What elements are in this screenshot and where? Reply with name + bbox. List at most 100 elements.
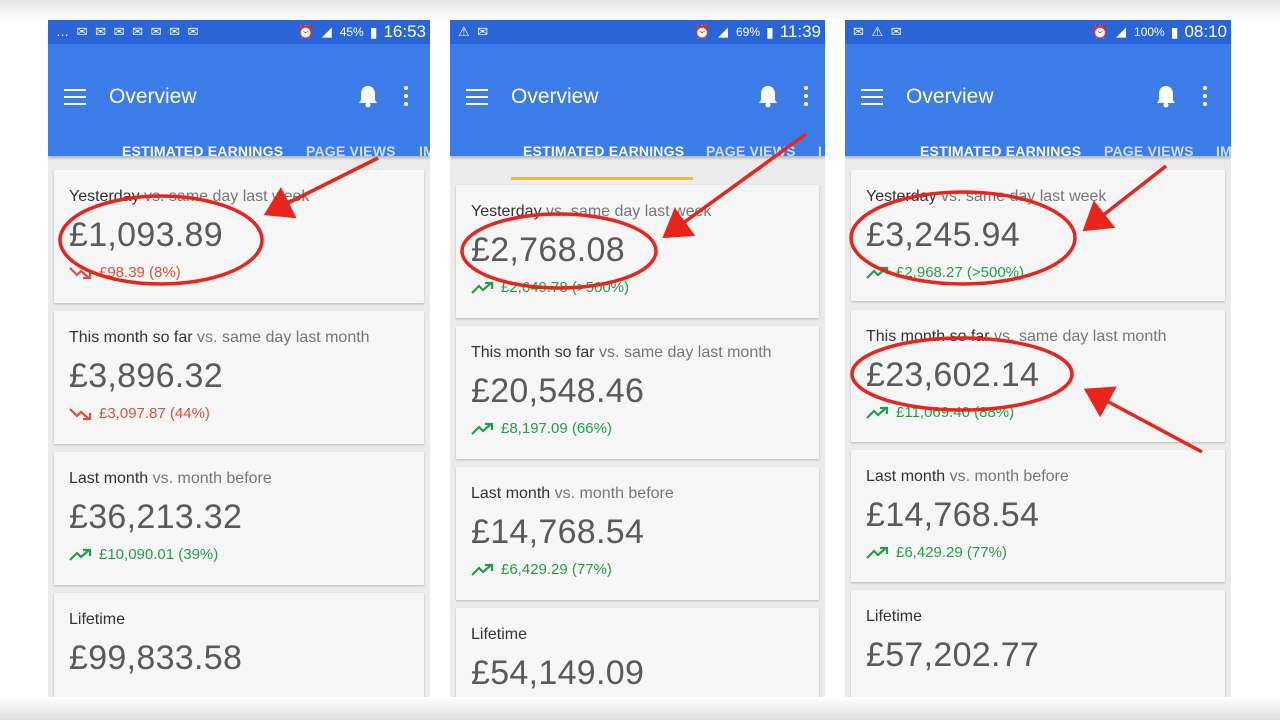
card-last-month[interactable]: Last month vs. month before £14,768.54 £… bbox=[456, 467, 819, 600]
earnings-value: £57,202.77 bbox=[866, 636, 1040, 674]
active-tab-indicator bbox=[511, 177, 693, 180]
app-bar: Overview ESTIMATED EARNINGS PAGE VIEWS I… bbox=[845, 44, 1231, 180]
earnings-change: £2,649.78 (>500%) bbox=[471, 279, 629, 296]
card-this-month[interactable]: This month so far vs. same day last mont… bbox=[851, 310, 1225, 442]
trending-up-icon bbox=[69, 548, 92, 561]
menu-icon[interactable] bbox=[64, 89, 86, 105]
app-bar: Overview ESTIMATED EARNINGS PAGE VIEWS I… bbox=[48, 44, 430, 180]
card-lifetime[interactable]: Lifetime £54,149.09 bbox=[456, 608, 819, 697]
more-options-icon[interactable] bbox=[1202, 86, 1208, 106]
earnings-value: £2,768.08 bbox=[471, 231, 625, 269]
card-last-month[interactable]: Last month vs. month before £14,768.54 £… bbox=[851, 450, 1225, 582]
battery-icon: ▮ bbox=[766, 23, 774, 40]
earnings-value: £20,548.46 bbox=[471, 372, 645, 410]
battery-level: 45% bbox=[339, 25, 364, 39]
frame-bottom-shade bbox=[0, 697, 1280, 720]
card-yesterday[interactable]: Yesterday vs. same day last week £1,093.… bbox=[54, 170, 424, 303]
earnings-change: £6,429.29 (77%) bbox=[471, 561, 612, 578]
clock: 16:53 bbox=[383, 22, 426, 41]
card-yesterday[interactable]: Yesterday vs. same day last week £2,768.… bbox=[456, 185, 819, 318]
trending-up-icon bbox=[866, 406, 889, 419]
tab-estimated-earnings[interactable]: ESTIMATED EARNINGS bbox=[920, 143, 1081, 159]
page-title: Overview bbox=[511, 85, 599, 108]
notification-icons: … ✉ ✉ ✉ ✉ ✉ ✉ ✉ bbox=[56, 24, 201, 39]
trending-up-icon bbox=[471, 281, 494, 294]
card-label: Lifetime bbox=[866, 608, 923, 625]
tab-estimated-earnings[interactable]: ESTIMATED EARNINGS bbox=[523, 143, 684, 159]
trending-down-icon bbox=[69, 407, 92, 420]
status-bar: … ✉ ✉ ✉ ✉ ✉ ✉ ✉ ⏰ ◢ 45% ▮ 16:53 bbox=[48, 20, 430, 44]
tab-page-views[interactable]: PAGE VIEWS bbox=[306, 143, 396, 159]
trending-up-icon bbox=[866, 266, 889, 279]
tab-page-views[interactable]: PAGE VIEWS bbox=[1104, 143, 1194, 159]
more-options-icon[interactable] bbox=[403, 86, 409, 106]
tab-bar: ESTIMATED EARNINGS PAGE VIEWS I bbox=[450, 140, 825, 180]
card-this-month[interactable]: This month so far vs. same day last mont… bbox=[54, 311, 424, 444]
trending-up-icon bbox=[471, 563, 494, 576]
page-title: Overview bbox=[109, 85, 197, 108]
earnings-value: £23,602.14 bbox=[866, 356, 1040, 394]
battery-icon: ▮ bbox=[369, 23, 378, 40]
trending-up-icon bbox=[471, 422, 494, 435]
earnings-change: £3,097.87 (44%) bbox=[69, 405, 210, 422]
earnings-value: £99,833.58 bbox=[69, 639, 243, 677]
earnings-change: £2,968.27 (>500%) bbox=[866, 264, 1024, 281]
battery-icon: ▮ bbox=[1170, 23, 1179, 40]
earnings-value: £14,768.54 bbox=[866, 496, 1040, 534]
card-label: Last month vs. month before bbox=[69, 470, 272, 487]
card-this-month[interactable]: This month so far vs. same day last mont… bbox=[456, 326, 819, 459]
menu-icon[interactable] bbox=[861, 89, 883, 105]
tab-estimated-earnings[interactable]: ESTIMATED EARNINGS bbox=[122, 143, 283, 159]
earnings-value: £3,245.94 bbox=[866, 216, 1020, 254]
card-label: This month so far vs. same day last mont… bbox=[69, 329, 370, 346]
notifications-bell-icon[interactable] bbox=[357, 84, 379, 108]
trending-up-icon bbox=[866, 546, 889, 559]
card-lifetime[interactable]: Lifetime £99,833.58 bbox=[54, 593, 424, 697]
card-yesterday[interactable]: Yesterday vs. same day last week £3,245.… bbox=[851, 170, 1225, 301]
card-last-month[interactable]: Last month vs. month before £36,213.32 £… bbox=[54, 452, 424, 585]
card-label: This month so far vs. same day last mont… bbox=[471, 344, 772, 361]
card-label: Last month vs. month before bbox=[866, 468, 1069, 485]
battery-level: 69% bbox=[735, 25, 760, 39]
phone-screenshot-2: ⚠ ✉ ⏰ ◢ 69% ▮ 11:39 Overview ESTIMATED E… bbox=[450, 20, 825, 697]
tab-impressions[interactable]: IM bbox=[419, 143, 430, 159]
earnings-change: £98.39 (8%) bbox=[69, 264, 181, 281]
tab-page-views[interactable]: PAGE VIEWS bbox=[706, 143, 796, 159]
more-options-icon[interactable] bbox=[803, 86, 809, 106]
battery-level: 100% bbox=[1134, 25, 1165, 39]
system-status-icons: ⏰ ◢ bbox=[297, 24, 334, 39]
earnings-value: £1,093.89 bbox=[69, 216, 223, 254]
clock: 08:10 bbox=[1184, 22, 1227, 41]
earnings-change: £10,090.01 (39%) bbox=[69, 546, 218, 563]
tab-impressions[interactable]: IM bbox=[1216, 143, 1231, 159]
card-label: Lifetime bbox=[471, 626, 528, 643]
notification-icons: ⚠ ✉ bbox=[458, 24, 491, 39]
earnings-value: £14,768.54 bbox=[471, 513, 645, 551]
status-bar: ⚠ ✉ ⏰ ◢ 69% ▮ 11:39 bbox=[450, 20, 825, 44]
card-lifetime[interactable]: Lifetime £57,202.77 bbox=[851, 590, 1225, 697]
card-label: Yesterday vs. same day last week bbox=[69, 188, 310, 205]
menu-icon[interactable] bbox=[466, 89, 488, 105]
frame-top-shade bbox=[0, 0, 1280, 22]
notifications-bell-icon[interactable] bbox=[1155, 84, 1177, 108]
app-bar: Overview ESTIMATED EARNINGS PAGE VIEWS I bbox=[450, 44, 825, 180]
card-label: Yesterday vs. same day last week bbox=[866, 188, 1107, 205]
earnings-change: £8,197.09 (66%) bbox=[471, 420, 612, 437]
status-bar: ✉ ⚠ ✉ ⏰ ◢ 100% ▮ 08:10 bbox=[845, 20, 1231, 44]
card-label: Lifetime bbox=[69, 611, 126, 628]
earnings-change: £11,069.40 (88%) bbox=[866, 404, 1014, 421]
trending-down-icon bbox=[69, 266, 92, 279]
phone-screenshot-3: ✉ ⚠ ✉ ⏰ ◢ 100% ▮ 08:10 Overview ESTIMATE… bbox=[845, 20, 1231, 697]
notifications-bell-icon[interactable] bbox=[757, 84, 779, 108]
notification-icons: ✉ ⚠ ✉ bbox=[853, 24, 904, 39]
system-status-icons: ⏰ ◢ bbox=[1092, 24, 1129, 39]
tab-impressions[interactable]: I bbox=[818, 143, 822, 159]
clock: 11:39 bbox=[779, 22, 821, 41]
page-title: Overview bbox=[906, 85, 994, 108]
earnings-change: £6,429.29 (77%) bbox=[866, 544, 1007, 561]
card-label: This month so far vs. same day last mont… bbox=[866, 328, 1167, 345]
earnings-value: £3,896.32 bbox=[69, 357, 223, 395]
card-label: Yesterday vs. same day last week bbox=[471, 203, 712, 220]
system-status-icons: ⏰ ◢ bbox=[694, 24, 730, 39]
earnings-value: £54,149.09 bbox=[471, 654, 645, 692]
